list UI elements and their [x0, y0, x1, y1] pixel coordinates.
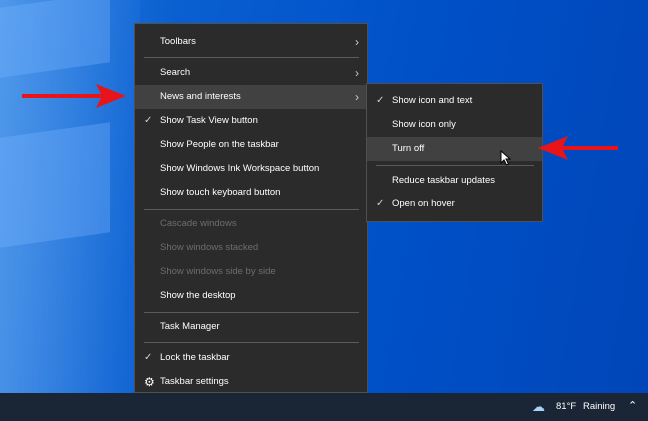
separator [144, 57, 359, 58]
menu-label: Lock the taskbar [160, 352, 230, 363]
menu-item-news-and-interests[interactable]: News and interests › [135, 85, 367, 109]
mouse-cursor-icon [500, 150, 512, 166]
menu-item-taskbar-settings[interactable]: ⚙ Taskbar settings [135, 370, 367, 394]
chevron-right-icon: › [355, 66, 359, 80]
menu-item-show-touch-keyboard[interactable]: Show touch keyboard button [135, 181, 367, 205]
menu-label: Search [160, 67, 191, 78]
menu-label: Show Task View button [160, 115, 258, 126]
menu-label: Show windows stacked [160, 242, 259, 253]
chevron-right-icon: › [355, 35, 359, 49]
news-and-interests-submenu: ✓ Show icon and text Show icon only Turn … [366, 83, 543, 222]
submenu-item-turn-off[interactable]: Turn off [367, 137, 542, 161]
submenu-item-open-on-hover[interactable]: ✓ Open on hover [367, 192, 542, 216]
menu-item-cascade-windows: Cascade windows [135, 212, 367, 236]
menu-label: Reduce taskbar updates [392, 175, 495, 186]
checkmark-icon: ✓ [144, 352, 153, 363]
menu-label: Show icon and text [392, 95, 473, 106]
taskbar-context-menu: Toolbars › Search › News and interests › ✓ S… [134, 23, 368, 393]
menu-item-lock-taskbar[interactable]: ✓ Lock the taskbar [135, 346, 367, 370]
gear-icon: ⚙ [144, 375, 155, 389]
menu-label: Toolbars [160, 36, 196, 47]
menu-item-task-manager[interactable]: Task Manager [135, 315, 367, 339]
submenu-item-show-icon-and-text[interactable]: ✓ Show icon and text [367, 89, 542, 113]
weather-condition[interactable]: Raining [583, 401, 615, 412]
menu-label: Taskbar settings [160, 376, 229, 387]
taskbar[interactable]: ☁ 81°F Raining ⌃ [0, 393, 648, 421]
weather-temperature[interactable]: 81°F [556, 401, 576, 412]
checkmark-icon: ✓ [376, 95, 385, 106]
menu-label: Cascade windows [160, 218, 237, 229]
menu-label: Show People on the taskbar [160, 139, 279, 150]
menu-item-show-people[interactable]: Show People on the taskbar [135, 133, 367, 157]
menu-label: Turn off [392, 143, 425, 154]
menu-item-toolbars[interactable]: Toolbars › [135, 30, 367, 54]
menu-label: Show touch keyboard button [160, 187, 281, 198]
cloud-rain-icon: ☁ [532, 399, 545, 414]
menu-item-show-ink-workspace[interactable]: Show Windows Ink Workspace button [135, 157, 367, 181]
submenu-item-reduce-taskbar-updates[interactable]: Reduce taskbar updates [367, 169, 542, 193]
menu-label: Open on hover [392, 198, 455, 209]
menu-item-show-desktop[interactable]: Show the desktop [135, 284, 367, 308]
menu-label: Show icon only [392, 119, 456, 130]
menu-label: Show Windows Ink Workspace button [160, 163, 320, 174]
wallpaper-logo-pane [0, 122, 110, 248]
menu-item-search[interactable]: Search › [135, 61, 367, 85]
menu-item-show-windows-side-by-side: Show windows side by side [135, 260, 367, 284]
checkmark-icon: ✓ [376, 198, 385, 209]
checkmark-icon: ✓ [144, 115, 153, 126]
menu-label: Show the desktop [160, 290, 236, 301]
menu-item-show-task-view[interactable]: ✓ Show Task View button [135, 109, 367, 133]
menu-label: Task Manager [160, 321, 220, 332]
chevron-right-icon: › [355, 90, 359, 104]
separator [144, 209, 359, 210]
separator [144, 342, 359, 343]
menu-item-show-windows-stacked: Show windows stacked [135, 236, 367, 260]
submenu-item-show-icon-only[interactable]: Show icon only [367, 113, 542, 137]
menu-label: Show windows side by side [160, 266, 276, 277]
chevron-up-icon[interactable]: ⌃ [628, 399, 637, 412]
menu-label: News and interests [160, 91, 241, 102]
separator [144, 312, 359, 313]
